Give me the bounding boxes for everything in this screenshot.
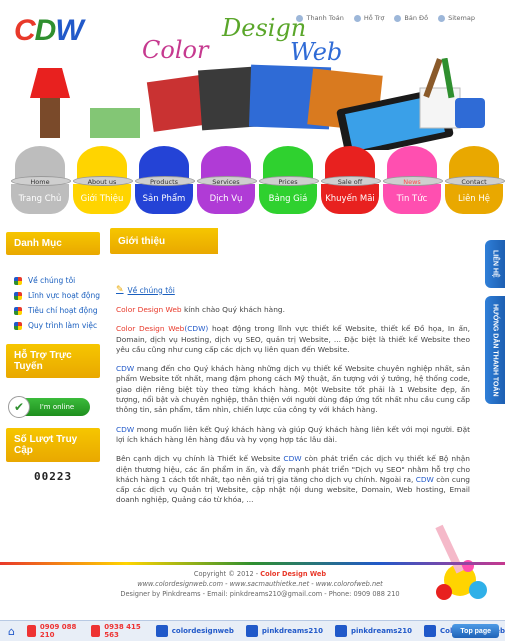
support-icon bbox=[353, 14, 361, 22]
top-links: Thanh Toán Hỗ Trợ Bản Đồ Sitemap bbox=[296, 14, 475, 22]
nav-item-label: Bảng Giá bbox=[268, 194, 308, 204]
check-icon: ✔ bbox=[8, 396, 30, 418]
visit-counter-section: Số Lượt Truy Cập bbox=[6, 428, 100, 462]
top-page-button[interactable]: Top page bbox=[452, 624, 499, 638]
payment-guide-side-tab[interactable]: HƯỚNG DẪN THANH TOÁN bbox=[485, 296, 505, 404]
category-heading: Danh Mục bbox=[6, 232, 100, 255]
online-status-button[interactable]: ✔ I'm online bbox=[8, 396, 90, 418]
top-link-map[interactable]: Bản Đồ bbox=[394, 14, 428, 22]
bottom-bar-item-label: 0938 415 563 bbox=[104, 623, 141, 639]
nav-item-sublabel: Sale off bbox=[337, 178, 363, 186]
bullet-icon bbox=[14, 306, 22, 315]
footer-designer: Designer by Pinkdreams - Email: pinkdrea… bbox=[120, 590, 400, 598]
category-item-about[interactable]: Về chúng tôi bbox=[14, 276, 110, 285]
nav-item-sublabel: Contact bbox=[461, 178, 487, 186]
bottom-bar-item-0[interactable]: 0909 088 210 bbox=[26, 623, 79, 639]
section-subtitle[interactable]: ✎ Về chúng tôi bbox=[116, 285, 175, 295]
nav-item-label: Khuyến Mãi bbox=[325, 194, 375, 204]
bottom-bar-item-2[interactable]: colordesignweb bbox=[155, 623, 234, 639]
online-support-section: Hỗ Trợ Trực Tuyến bbox=[6, 344, 100, 378]
copyright: Copyright © 2012 - Color Design Web bbox=[193, 570, 327, 578]
bottom-bar-item-label: pinkdreams210 bbox=[350, 627, 413, 635]
paint-splash-decoration bbox=[435, 524, 487, 600]
skype-icon bbox=[155, 625, 168, 637]
bullet-icon bbox=[14, 291, 22, 300]
intro-article: Color Design Web kính chào Quý khách hàn… bbox=[116, 305, 470, 515]
skype-icon bbox=[334, 625, 347, 637]
nav-item-label: Trang Chủ bbox=[18, 194, 62, 204]
footer-sites: www.colordesignweb.com - www.sacmauthiet… bbox=[137, 580, 383, 588]
phone-icon bbox=[91, 625, 101, 637]
intro-paragraph-4: CDW mong muốn liên kết Quý khách hàng và… bbox=[116, 424, 470, 444]
section-header: Giới thiệu bbox=[110, 228, 470, 254]
bullet-icon bbox=[14, 276, 22, 285]
yahoo-icon bbox=[245, 625, 258, 637]
intro-paragraph-5: Bên cạnh dịch vụ chính là Thiết kế Websi… bbox=[116, 454, 470, 505]
category-item-fields[interactable]: Lĩnh vực hoạt động bbox=[14, 291, 110, 300]
footer-rainbow-line bbox=[0, 562, 505, 565]
bottom-bar-item-label: pinkdreams210 bbox=[261, 627, 323, 635]
pencil-icon: ✎ bbox=[116, 285, 124, 295]
bottom-contact-bar: ⌂ 0909 088 210 0938 415 563 colordesignweb… bbox=[0, 620, 505, 641]
phone-icon bbox=[26, 625, 36, 637]
hero-illustration bbox=[30, 58, 485, 150]
bottom-bar-item-label: colordesignweb bbox=[171, 627, 234, 635]
bullet-icon bbox=[14, 321, 22, 330]
facebook-icon bbox=[424, 625, 437, 637]
visit-count: 00223 bbox=[34, 470, 73, 483]
nav-item-label: Tin Tức bbox=[396, 194, 428, 204]
contact-side-tab[interactable]: LIÊN HỆ bbox=[485, 240, 505, 288]
bottom-bar-item-1[interactable]: 0938 415 563 bbox=[91, 623, 143, 639]
top-link-payment[interactable]: Thanh Toán bbox=[296, 14, 344, 22]
category-list: Về chúng tôi Lĩnh vực hoạt động Tiêu chí… bbox=[14, 276, 110, 336]
bottom-bar-item-4[interactable]: pinkdreams210 bbox=[334, 623, 413, 639]
category-item-criteria[interactable]: Tiêu chí hoạt động bbox=[14, 306, 110, 315]
category-item-process[interactable]: Quy trình làm việc bbox=[14, 321, 110, 330]
intro-paragraph-2: Color Design Web(CDW) hoạt động trong lĩ… bbox=[116, 324, 471, 354]
home-icon[interactable]: ⌂ bbox=[8, 625, 15, 638]
payment-icon bbox=[296, 14, 304, 22]
top-link-sitemap[interactable]: Sitemap bbox=[438, 14, 475, 22]
online-support-heading: Hỗ Trợ Trực Tuyến bbox=[6, 344, 100, 378]
nav-item-sublabel: Services bbox=[212, 178, 240, 186]
intro-paragraph-1: Color Design Web kính chào Quý khách hàn… bbox=[116, 305, 285, 314]
bottom-bar-item-label: 0909 088 210 bbox=[39, 623, 77, 639]
intro-paragraph-3: CDW mang đến cho Quý khách hàng những dị… bbox=[116, 364, 470, 415]
nav-item-label: Dịch Vụ bbox=[209, 194, 243, 204]
sitemap-icon bbox=[438, 14, 446, 22]
nav-item-sublabel: Products bbox=[149, 178, 179, 186]
bottom-bar-item-3[interactable]: pinkdreams210 bbox=[245, 623, 323, 639]
nav-item-label: Giới Thiệu bbox=[80, 194, 124, 204]
section-title: Giới thiệu bbox=[110, 228, 218, 254]
nav-item-sublabel: About us bbox=[87, 178, 117, 186]
site-logo[interactable]: CDW bbox=[14, 14, 84, 48]
nav-item-sublabel: News bbox=[403, 178, 421, 186]
nav-item-label: Sản Phẩm bbox=[142, 194, 186, 204]
footer: Copyright © 2012 - Color Design Web www.… bbox=[110, 569, 410, 599]
nav-item-label: Liên Hệ bbox=[457, 194, 491, 204]
nav-item-sublabel: Home bbox=[30, 178, 50, 186]
visit-counter-heading: Số Lượt Truy Cập bbox=[6, 428, 100, 462]
nav-item-sublabel: Prices bbox=[278, 178, 298, 186]
top-link-support[interactable]: Hỗ Trợ bbox=[353, 14, 384, 22]
sidebar: Danh Mục bbox=[6, 232, 100, 255]
map-icon bbox=[394, 14, 402, 22]
